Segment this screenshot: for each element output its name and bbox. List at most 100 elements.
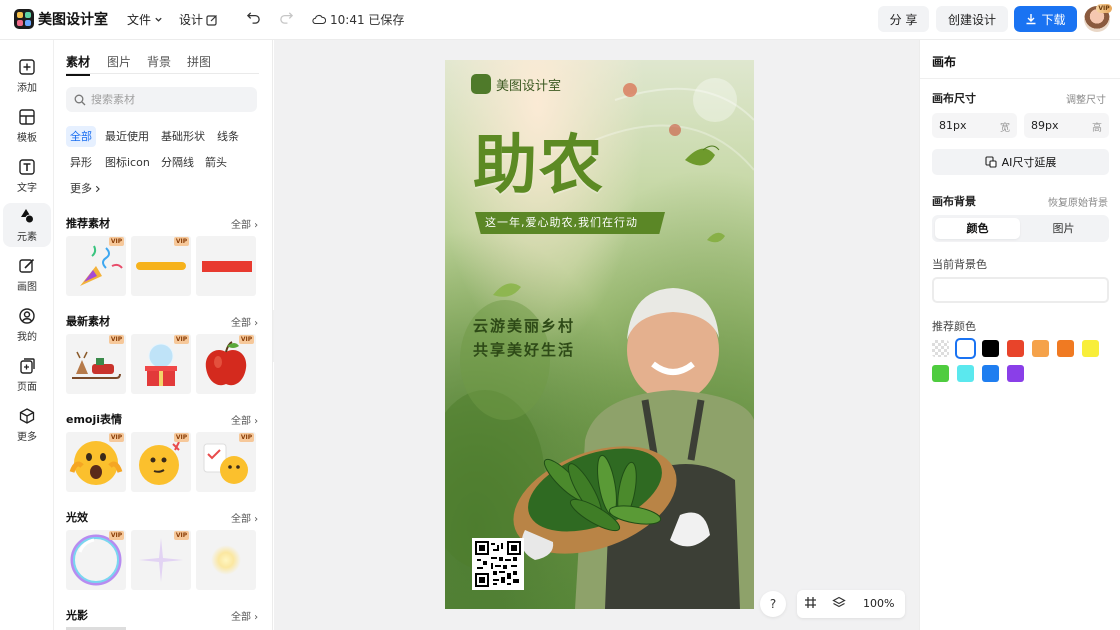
poster-title[interactable]: 助农 — [473, 114, 605, 206]
chip-more-label: 更多 — [70, 182, 92, 195]
canvas-toolbox: 100% — [797, 590, 905, 618]
help-button[interactable]: ? — [760, 591, 786, 617]
swatch-color[interactable] — [932, 365, 949, 382]
section-more-link[interactable]: 全部 › — [231, 314, 258, 329]
redo-icon[interactable] — [279, 10, 294, 25]
undo-icon[interactable] — [246, 10, 261, 25]
template-icon — [19, 109, 35, 125]
swatch-color[interactable] — [955, 338, 976, 359]
material-thumb-bubble[interactable]: VIP — [66, 530, 126, 590]
bg-image-tab[interactable]: 图片 — [1021, 218, 1106, 239]
chip-arrows[interactable]: 箭头 — [201, 152, 231, 173]
section-more-link[interactable]: 全部 › — [231, 216, 258, 231]
swatch-color[interactable] — [1082, 340, 1099, 357]
swatch-transparent[interactable] — [932, 340, 949, 357]
section-more-link[interactable]: 全部 › — [231, 510, 258, 525]
restore-bg-link[interactable]: 恢复原始背景 — [1048, 194, 1108, 209]
vip-badge: VIP — [109, 335, 124, 344]
swatch-color[interactable] — [1007, 365, 1024, 382]
current-bg-color-field[interactable] — [932, 277, 1109, 303]
app-name: 美图设计室 — [38, 12, 108, 28]
rail-item-template[interactable]: 模板 — [3, 104, 51, 148]
chip-basic-shapes[interactable]: 基础形状 — [157, 126, 209, 147]
canvas-size-label: 画布尺寸 — [932, 92, 976, 105]
rail-item-draw[interactable]: 画图 — [3, 253, 51, 297]
chip-special-shapes[interactable]: 异形 — [66, 152, 96, 173]
download-button[interactable]: 下载 — [1014, 6, 1077, 32]
rail-item-mine[interactable]: 我的 — [3, 303, 51, 347]
create-design-button[interactable]: 创建设计 — [936, 6, 1008, 32]
vip-badge: VIP — [239, 335, 254, 344]
zoom-level[interactable]: 100% — [863, 597, 894, 610]
section-title-light-shadow: 光影 — [66, 609, 88, 622]
search-icon — [74, 94, 86, 105]
pages-icon — [20, 358, 35, 374]
grid-icon[interactable] — [804, 596, 817, 609]
ai-resize-button[interactable]: AI尺寸延展 — [932, 149, 1109, 175]
chip-icons[interactable]: 图标icon — [101, 152, 154, 173]
chip-more[interactable]: 更多 — [66, 178, 105, 199]
material-thumb-red-bar[interactable] — [196, 236, 256, 296]
rail-item-text[interactable]: 文字 — [3, 154, 51, 198]
swatch-color[interactable] — [1032, 340, 1049, 357]
save-status: 10:41 已保存 — [312, 11, 404, 28]
poster-banner[interactable]: 这一年,爱心助农,我们在行动 — [475, 212, 665, 234]
swatch-color[interactable] — [1057, 340, 1074, 357]
help-label: ? — [769, 597, 777, 611]
chip-all[interactable]: 全部 — [66, 126, 96, 147]
bg-color-tab[interactable]: 颜色 — [935, 218, 1020, 239]
app-logo[interactable]: 美图设计室 — [14, 9, 108, 29]
poster-slogan-line1[interactable]: 云游美丽乡村 — [473, 315, 575, 336]
swatch-color[interactable] — [957, 365, 974, 382]
file-menu[interactable]: 文件 — [127, 11, 163, 28]
qr-code[interactable] — [472, 538, 524, 590]
height-unit: 高 — [1092, 123, 1102, 134]
cube-icon — [19, 408, 35, 424]
poster-canvas[interactable]: 美图设计室 助农 这一年,爱心助农,我们在行动 云游美丽乡村 共享美好生活 — [445, 60, 754, 609]
material-thumb-confetti[interactable]: VIP — [66, 236, 126, 296]
rail-label: 更多 — [17, 432, 37, 443]
rail-label: 画图 — [17, 282, 37, 293]
canvas-bg-label: 画布背景 — [932, 195, 976, 208]
swatch-color[interactable] — [982, 365, 999, 382]
plus-square-icon — [19, 59, 35, 75]
width-field[interactable]: 81px 宽 — [932, 113, 1017, 138]
adjust-size-link[interactable]: 调整尺寸 — [1066, 91, 1106, 106]
material-thumb-sleigh[interactable]: VIP — [66, 334, 126, 394]
section-more-link[interactable]: 全部 › — [231, 608, 258, 623]
height-field[interactable]: 89px 高 — [1024, 113, 1109, 138]
material-thumb-gift-globe[interactable]: VIP — [131, 334, 191, 394]
material-thumb-brush-yellow[interactable]: VIP — [131, 236, 191, 296]
material-thumb-sparkle[interactable]: VIP — [131, 530, 191, 590]
rail-item-more[interactable]: 更多 — [3, 403, 51, 447]
chip-recent[interactable]: 最近使用 — [101, 126, 153, 147]
tab-collage[interactable]: 拼图 — [187, 53, 211, 70]
tab-background[interactable]: 背景 — [147, 53, 171, 70]
material-thumb-apple[interactable]: VIP — [196, 334, 256, 394]
search-input[interactable] — [91, 93, 241, 106]
tab-material[interactable]: 素材 — [66, 53, 91, 76]
vip-badge: VIP — [174, 531, 189, 540]
swatch-color[interactable] — [1007, 340, 1024, 357]
tab-image[interactable]: 图片 — [107, 53, 131, 70]
poster-slogan-line2[interactable]: 共享美好生活 — [473, 339, 575, 360]
layers-icon[interactable] — [832, 596, 846, 610]
recommend-color-label: 推荐颜色 — [932, 320, 976, 333]
chip-lines[interactable]: 线条 — [213, 126, 243, 147]
rail-item-add[interactable]: 添加 — [3, 54, 51, 98]
share-button[interactable]: 分 享 — [878, 6, 929, 32]
panel-title: 画布 — [932, 55, 957, 69]
search-box[interactable] — [66, 87, 257, 112]
save-status-text: 10:41 已保存 — [330, 13, 405, 27]
material-thumb-emoji-scared[interactable]: VIP — [66, 432, 126, 492]
design-menu[interactable]: 设计 — [179, 11, 218, 28]
chevron-down-icon — [155, 17, 162, 22]
section-more-link[interactable]: 全部 › — [231, 412, 258, 427]
material-thumb-glow[interactable] — [196, 530, 256, 590]
swatch-color[interactable] — [982, 340, 999, 357]
rail-item-elements[interactable]: 元素 — [3, 203, 51, 247]
chip-dividers[interactable]: 分隔线 — [157, 152, 198, 173]
rail-item-pages[interactable]: 页面 — [3, 353, 51, 397]
material-thumb-emoji-checklist[interactable]: VIP — [196, 432, 256, 492]
material-thumb-emoji-thinking[interactable]: VIP — [131, 432, 191, 492]
